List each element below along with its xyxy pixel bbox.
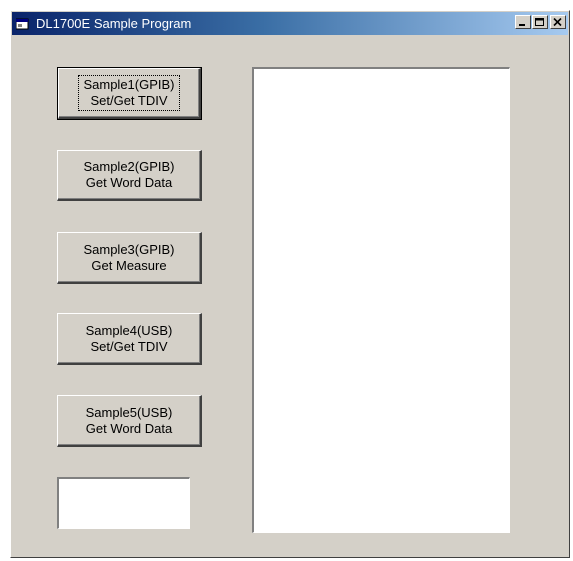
main-window: DL1700E Sample Program Sample1(GPIB) Set…	[10, 10, 570, 558]
button-label-line1: Sample3(GPIB)	[83, 241, 175, 257]
button-label-line2: Set/Get TDIV	[90, 93, 168, 108]
button-label-line2: Get Word Data	[85, 175, 173, 190]
maximize-button[interactable]	[532, 15, 548, 29]
button-label-line1: Sample2(GPIB)	[83, 159, 175, 174]
button-label-line1: Sample5(USB)	[85, 404, 173, 420]
vb-form-icon[interactable]	[15, 18, 30, 30]
minimize-button[interactable]	[515, 15, 531, 29]
sample2-gpib-button[interactable]: Sample2(GPIB) Get Word Data	[57, 150, 202, 201]
button-label-line2: Get Word Data	[85, 420, 173, 436]
button-label-line2: Set/Get TDIV	[90, 338, 168, 354]
button-label-line1: Sample4(USB)	[85, 322, 173, 338]
sample4-usb-button[interactable]: Sample4(USB) Set/Get TDIV	[57, 313, 202, 365]
sample3-gpib-button[interactable]: Sample3(GPIB) Get Measure	[57, 232, 202, 284]
sample1-gpib-button[interactable]: Sample1(GPIB) Set/Get TDIV	[57, 67, 202, 120]
button-label-line1: Sample1(GPIB)	[83, 77, 175, 92]
close-icon	[553, 18, 562, 27]
sample5-usb-button[interactable]: Sample5(USB) Get Word Data	[57, 395, 202, 447]
minimize-icon	[519, 24, 525, 26]
close-button[interactable]	[550, 15, 566, 29]
button-label-line2: Get Measure	[91, 257, 167, 273]
window-controls	[514, 15, 566, 29]
status-textbox[interactable]	[57, 477, 190, 529]
window-title: DL1700E Sample Program	[36, 16, 192, 31]
focus-rectangle: Sample1(GPIB) Set/Get TDIV	[78, 75, 180, 111]
title-bar[interactable]: DL1700E Sample Program	[12, 12, 568, 35]
output-textbox[interactable]	[252, 67, 510, 533]
maximize-icon	[535, 18, 544, 26]
